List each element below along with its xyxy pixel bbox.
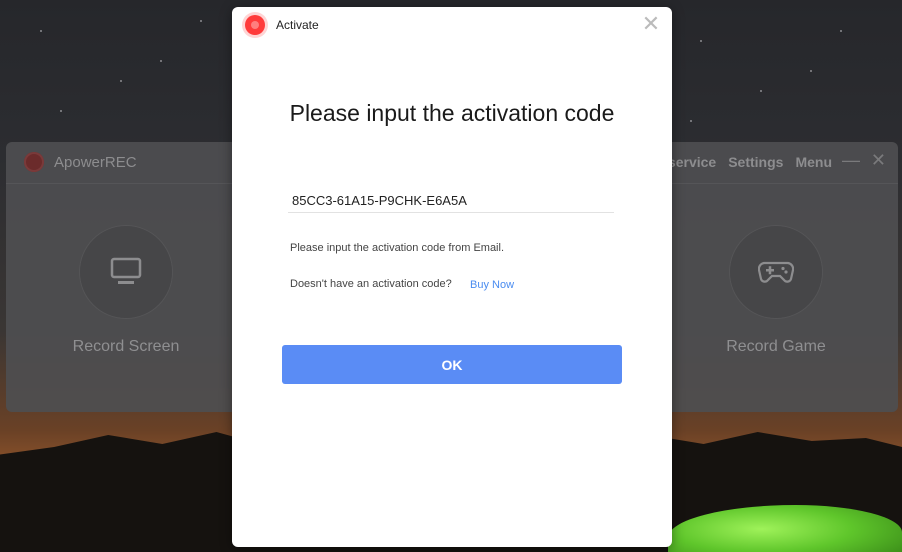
ok-button[interactable]: OK — [282, 345, 622, 384]
activation-code-input[interactable] — [288, 189, 614, 213]
menu-settings[interactable]: Settings — [728, 154, 783, 170]
gamepad-icon — [758, 261, 794, 283]
menu-menu[interactable]: Menu — [795, 154, 832, 170]
monitor-icon — [110, 257, 142, 284]
record-game-feature[interactable]: Record Game — [696, 226, 856, 356]
record-screen-label: Record Screen — [72, 338, 180, 355]
record-game-circle — [730, 226, 822, 318]
no-code-text: Doesn't have an activation code? — [290, 278, 452, 290]
activation-heading: Please input the activation code — [289, 100, 615, 126]
activate-dialog: Activate ✕ Please input the activation c… — [232, 7, 672, 547]
close-icon[interactable]: ✕ — [871, 150, 886, 171]
minimize-icon[interactable]: — — [842, 150, 860, 171]
background-app-title: ApowerREC — [54, 154, 137, 171]
activation-hint: Please input the activation code from Em… — [290, 242, 505, 254]
apowerrec-logo-icon — [24, 152, 44, 172]
dialog-title: Activate — [276, 18, 319, 32]
record-game-label: Record Game — [726, 338, 826, 355]
apowerrec-logo-icon — [245, 15, 265, 35]
dialog-close-icon[interactable]: ✕ — [640, 13, 662, 35]
record-screen-circle — [80, 226, 172, 318]
menu-service[interactable]: service — [668, 154, 716, 170]
background-menu: service Settings Menu — [668, 154, 832, 170]
buy-now-link[interactable]: Buy Now — [470, 279, 514, 291]
record-screen-feature[interactable]: Record Screen — [46, 226, 206, 356]
